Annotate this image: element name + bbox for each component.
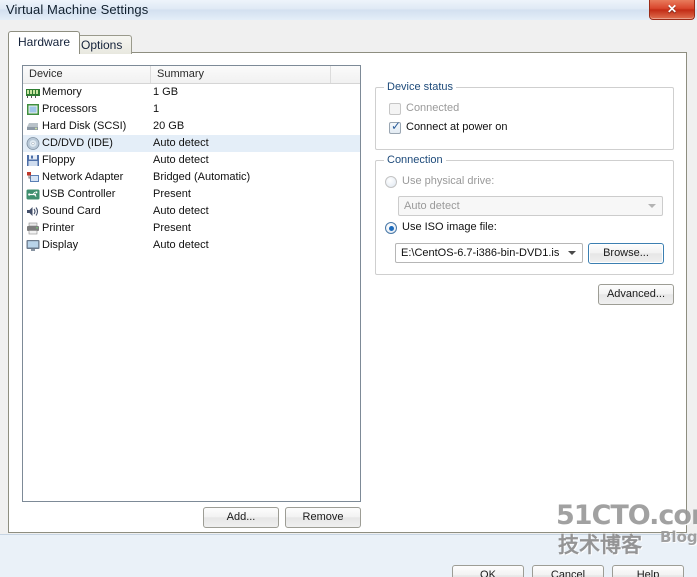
close-button[interactable]: ✕ bbox=[649, 0, 695, 20]
radio-dot-icon bbox=[388, 225, 394, 231]
use-iso-image-label: Use ISO image file: bbox=[402, 221, 497, 233]
column-header-summary[interactable]: Summary bbox=[151, 66, 331, 83]
device-row-summary: Auto detect bbox=[153, 154, 209, 166]
use-physical-drive-label: Use physical drive: bbox=[402, 175, 495, 187]
device-status-title: Device status bbox=[384, 81, 457, 93]
device-status-group: Device status bbox=[375, 81, 674, 150]
device-row-summary: Auto detect bbox=[153, 205, 209, 217]
tab-hardware[interactable]: Hardware bbox=[8, 31, 81, 54]
device-row-processors[interactable]: Processors 1 bbox=[23, 101, 360, 118]
add-button[interactable]: Add... bbox=[203, 507, 279, 528]
window-title: Virtual Machine Settings bbox=[6, 2, 149, 17]
sound-card-icon bbox=[26, 205, 40, 218]
device-row-label: Memory bbox=[42, 86, 82, 98]
advanced-button[interactable]: Advanced... bbox=[598, 284, 674, 305]
device-row-summary: 1 GB bbox=[153, 86, 179, 98]
device-row-sound-card[interactable]: Sound Card Auto detect bbox=[23, 203, 360, 220]
iso-path-value: E:\CentOS-6.7-i386-bin-DVD1.is bbox=[401, 247, 560, 259]
help-button[interactable]: Help bbox=[612, 565, 684, 577]
network-adapter-icon bbox=[26, 171, 40, 184]
remove-button[interactable]: Remove bbox=[285, 507, 361, 528]
device-row-summary: 20 GB bbox=[153, 120, 185, 132]
memory-icon bbox=[26, 86, 40, 99]
iso-path-dropdown[interactable]: E:\CentOS-6.7-i386-bin-DVD1.is bbox=[395, 243, 583, 263]
ok-button[interactable]: OK bbox=[452, 565, 524, 577]
hard-disk-icon bbox=[26, 120, 40, 133]
device-list-header: Device Summary bbox=[23, 66, 360, 84]
display-icon bbox=[26, 239, 40, 252]
usb-icon bbox=[26, 188, 40, 201]
device-row-floppy[interactable]: Floppy Auto detect bbox=[23, 152, 360, 169]
floppy-icon bbox=[26, 154, 40, 167]
chevron-down-icon bbox=[648, 204, 656, 208]
connect-at-power-on-label: Connect at power on bbox=[406, 121, 508, 133]
device-row-label: Printer bbox=[42, 222, 75, 234]
column-header-extra[interactable] bbox=[331, 66, 360, 83]
connected-label: Connected bbox=[406, 102, 460, 114]
device-row-summary: Bridged (Automatic) bbox=[153, 171, 251, 183]
use-physical-drive-radio[interactable] bbox=[385, 176, 397, 188]
device-row-cd-dvd-ide[interactable]: CD/DVD (IDE) Auto detect bbox=[23, 135, 360, 152]
printer-icon bbox=[26, 222, 40, 235]
device-row-label: USB Controller bbox=[42, 188, 116, 200]
device-row-network-adapter[interactable]: Network Adapter Bridged (Automatic) bbox=[23, 169, 360, 186]
use-iso-image-radio[interactable] bbox=[385, 222, 397, 234]
device-row-label: Hard Disk (SCSI) bbox=[42, 120, 127, 132]
device-row-summary: Present bbox=[153, 222, 191, 234]
connection-title: Connection bbox=[384, 154, 446, 166]
column-header-device[interactable]: Device bbox=[23, 66, 151, 83]
connected-checkbox[interactable] bbox=[389, 103, 401, 115]
device-row-label: Network Adapter bbox=[42, 171, 124, 183]
cd-dvd-icon bbox=[26, 137, 40, 150]
tab-strip: Hardware Options bbox=[8, 31, 689, 54]
physical-drive-dropdown[interactable]: Auto detect bbox=[398, 196, 663, 216]
device-list-rows: Memory 1 GB Processors 1 Hard Disk (SCSI) 20 … bbox=[23, 84, 360, 254]
virtual-machine-settings-dialog: Virtual Machine Settings ✕ Hardware Opti… bbox=[0, 0, 697, 577]
device-row-summary: Auto detect bbox=[153, 239, 209, 251]
device-row-memory[interactable]: Memory 1 GB bbox=[23, 84, 360, 101]
device-row-summary: 1 bbox=[153, 103, 160, 115]
device-row-printer[interactable]: Printer Present bbox=[23, 220, 360, 237]
tab-options[interactable]: Options bbox=[71, 35, 133, 54]
close-icon: ✕ bbox=[666, 2, 678, 16]
device-row-summary: Present bbox=[153, 188, 191, 200]
tab-active-notch bbox=[9, 52, 63, 53]
title-bar: Virtual Machine Settings ✕ bbox=[0, 0, 697, 21]
chevron-down-icon bbox=[568, 251, 576, 255]
device-row-summary: Auto detect bbox=[153, 137, 209, 149]
dialog-body: Hardware Options Device Summary Memory 1 … bbox=[0, 20, 697, 577]
physical-drive-value: Auto detect bbox=[404, 200, 460, 212]
device-row-hard-disk-scsi[interactable]: Hard Disk (SCSI) 20 GB bbox=[23, 118, 360, 135]
device-row-label: Sound Card bbox=[42, 205, 101, 217]
device-row-label: Floppy bbox=[42, 154, 76, 166]
device-list[interactable]: Device Summary Memory 1 GB Processors 1 Hard… bbox=[22, 65, 361, 502]
device-row-usb-controller[interactable]: USB Controller Present bbox=[23, 186, 360, 203]
checkmark-icon: ✓ bbox=[391, 119, 402, 133]
device-row-display[interactable]: Display Auto detect bbox=[23, 237, 360, 254]
device-row-label: Display bbox=[42, 239, 79, 251]
device-row-label: CD/DVD (IDE) bbox=[42, 137, 113, 149]
connect-at-power-on-checkbox[interactable]: ✓ bbox=[389, 119, 402, 134]
browse-button[interactable]: Browse... bbox=[588, 243, 664, 264]
device-row-label: Processors bbox=[42, 103, 98, 115]
cancel-button[interactable]: Cancel bbox=[532, 565, 604, 577]
processor-icon bbox=[26, 103, 40, 116]
